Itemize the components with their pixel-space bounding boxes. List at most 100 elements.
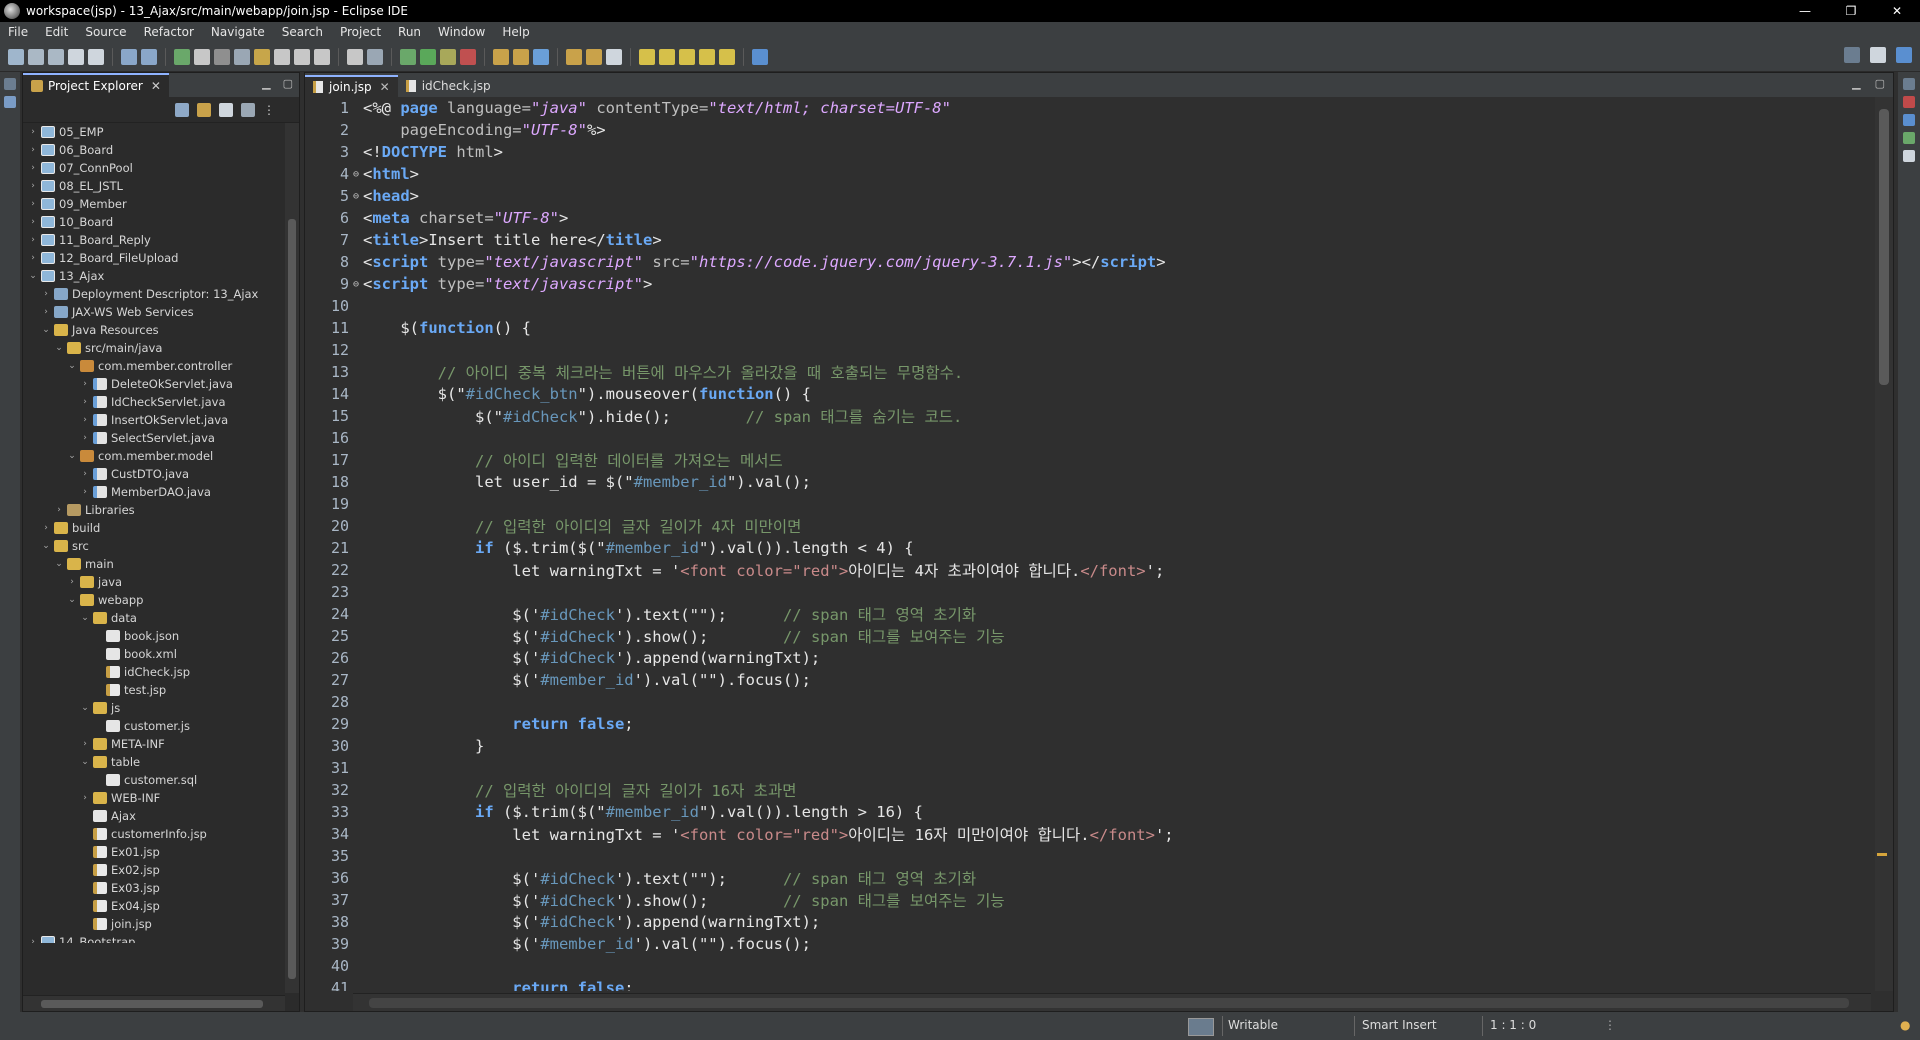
collapse-icon[interactable]: ⌄ — [79, 613, 91, 623]
code-line[interactable]: 41 return false; — [305, 977, 1871, 991]
perspective-icon[interactable] — [1870, 47, 1886, 63]
expand-icon[interactable]: › — [53, 505, 65, 515]
code-line[interactable]: 31 — [305, 757, 1871, 779]
editor-horizontal-scrollbar[interactable] — [353, 993, 1871, 1011]
expand-icon[interactable]: › — [27, 217, 39, 227]
new-java-project-icon[interactable] — [493, 48, 509, 65]
expand-icon[interactable]: › — [79, 487, 91, 497]
collapse-icon[interactable]: ⌄ — [53, 343, 65, 353]
tree-item[interactable]: ⌄ data — [23, 609, 285, 627]
tree-item[interactable]: › Libraries — [23, 501, 285, 519]
external-tools-icon[interactable] — [460, 48, 476, 65]
run-icon[interactable] — [420, 48, 436, 65]
code-line[interactable]: 1 <%@ page language="java" contentType="t… — [305, 97, 1871, 119]
drop-to-frame-icon[interactable] — [314, 48, 330, 65]
minimize-editor-icon[interactable]: ▁ — [1852, 77, 1860, 90]
expand-icon[interactable]: › — [27, 181, 39, 191]
tree-item[interactable]: book.xml — [23, 645, 285, 663]
restore-view-icon[interactable] — [1903, 78, 1915, 90]
code-line[interactable]: 39 $('#member_id').val("").focus(); — [305, 933, 1871, 955]
menu-search[interactable]: Search — [274, 25, 332, 39]
editor-tab-join-jsp[interactable]: join.jsp ✕ — [305, 75, 398, 97]
expand-icon[interactable]: › — [79, 433, 91, 443]
code-line[interactable]: 35 — [305, 845, 1871, 867]
minimize-view-icon[interactable]: ▁ — [262, 77, 270, 90]
expand-icon[interactable]: › — [79, 469, 91, 479]
code-line[interactable]: 27 $('#member_id').val("").focus(); — [305, 669, 1871, 691]
editor-tab-idCheck-jsp[interactable]: idCheck.jsp — [398, 75, 499, 97]
collapse-icon[interactable]: ⌄ — [27, 271, 39, 281]
code-line[interactable]: 10 — [305, 295, 1871, 317]
tree-vertical-scrollbar[interactable] — [285, 123, 299, 993]
tree-item[interactable]: ⌄ com.member.model — [23, 447, 285, 465]
menu-source[interactable]: Source — [77, 25, 135, 39]
tree-item[interactable]: ⌄ 13_Ajax — [23, 267, 285, 285]
view-menu-icon[interactable]: ⋮ — [263, 103, 275, 117]
save-all-icon[interactable] — [48, 48, 64, 65]
collapse-all-icon[interactable] — [175, 102, 189, 117]
code-line[interactable]: 17 // 아이디 입력한 데이터를 가져오는 메서드 — [305, 449, 1871, 471]
tree-item[interactable]: › 05_EMP — [23, 123, 285, 141]
expand-icon[interactable]: › — [79, 379, 91, 389]
use-step-filters-icon[interactable] — [347, 48, 363, 65]
tree-item[interactable]: ⌄ js — [23, 699, 285, 717]
collapse-icon[interactable]: ⌄ — [79, 703, 91, 713]
tree-item[interactable]: › build — [23, 519, 285, 537]
code-line[interactable]: 34 let warningTxt = '<font color="red">아… — [305, 823, 1871, 845]
tree-item[interactable]: Ex03.jsp — [23, 879, 285, 897]
tree-item[interactable]: customer.sql — [23, 771, 285, 789]
code-line[interactable]: 37 $('#idCheck').show(); // span 태그를 보여주… — [305, 889, 1871, 911]
tree-item[interactable]: ⌄ webapp — [23, 591, 285, 609]
restore-button[interactable]: ❐ — [1828, 0, 1874, 22]
tree-item[interactable]: ⌄ main — [23, 555, 285, 573]
tree-item[interactable]: › Deployment Descriptor: 13_Ajax — [23, 285, 285, 303]
fold-toggle-icon[interactable]: ⊖ — [353, 169, 363, 180]
console-view-icon[interactable] — [1903, 150, 1915, 162]
open-type-icon[interactable] — [121, 48, 137, 65]
open-resource-icon[interactable] — [586, 48, 602, 65]
expand-icon[interactable]: › — [27, 163, 39, 173]
tree-item[interactable]: customerInfo.jsp — [23, 825, 285, 843]
minimized-view-icon[interactable] — [4, 96, 16, 108]
suspend-icon[interactable] — [194, 48, 210, 65]
tree-item[interactable]: › 14_Bootstrap — [23, 933, 285, 943]
tree-item[interactable]: idCheck.jsp — [23, 663, 285, 681]
tree-item[interactable]: › SelectServlet.java — [23, 429, 285, 447]
tree-horizontal-scrollbar[interactable] — [23, 995, 285, 1011]
code-line[interactable]: 13 // 아이디 중복 체크라는 버튼에 마우스가 올라갔을 때 호출되는 무… — [305, 361, 1871, 383]
expand-icon[interactable]: › — [27, 253, 39, 263]
tree-item[interactable]: ⌄ src — [23, 537, 285, 555]
collapse-icon[interactable]: ⌄ — [40, 541, 52, 551]
tree-item[interactable]: › java — [23, 573, 285, 591]
tree-item[interactable]: Ex02.jsp — [23, 861, 285, 879]
code-line[interactable]: 40 — [305, 955, 1871, 977]
code-editor[interactable]: 1 <%@ page language="java" contentType="t… — [305, 97, 1871, 991]
editor-vertical-scrollbar[interactable] — [1875, 97, 1893, 991]
tree-item[interactable]: › 12_Board_FileUpload — [23, 249, 285, 267]
tip-icon[interactable]: ● — [1900, 1018, 1910, 1032]
code-line[interactable]: 2 pageEncoding="UTF-8"%> — [305, 119, 1871, 141]
menu-edit[interactable]: Edit — [37, 25, 77, 39]
tree-item[interactable]: › 07_ConnPool — [23, 159, 285, 177]
code-line[interactable]: 16 — [305, 427, 1871, 449]
new-icon[interactable] — [8, 48, 24, 65]
terminal-icon[interactable] — [1188, 1018, 1214, 1036]
tree-item[interactable]: › 09_Member — [23, 195, 285, 213]
expand-icon[interactable]: › — [79, 739, 91, 749]
tree-item[interactable]: › META-INF — [23, 735, 285, 753]
close-tab-icon[interactable]: ✕ — [380, 80, 390, 94]
java-ee-perspective-icon[interactable] — [1896, 47, 1912, 63]
code-line[interactable]: 3 <!DOCTYPE html> — [305, 141, 1871, 163]
tree-item[interactable]: › InsertOkServlet.java — [23, 411, 285, 429]
tree-item[interactable]: ⌄ Java Resources — [23, 321, 285, 339]
fold-toggle-icon[interactable]: ⊖ — [353, 279, 363, 290]
outline-view-icon[interactable] — [1903, 114, 1915, 126]
tree-item[interactable]: › WEB-INF — [23, 789, 285, 807]
forward-icon[interactable] — [719, 48, 735, 65]
code-line[interactable]: 24 $('#idCheck').text(""); // span 태그 영역… — [305, 603, 1871, 625]
pin-editor-icon[interactable] — [752, 48, 768, 65]
code-line[interactable]: 33 if ($.trim($("#member_id").val()).len… — [305, 801, 1871, 823]
tree-item[interactable]: › IdCheckServlet.java — [23, 393, 285, 411]
code-line[interactable]: 9 ⊖ <script type="text/javascript"> — [305, 273, 1871, 295]
code-line[interactable]: 32 // 입력한 아이디의 글자 길이가 16자 초과면 — [305, 779, 1871, 801]
